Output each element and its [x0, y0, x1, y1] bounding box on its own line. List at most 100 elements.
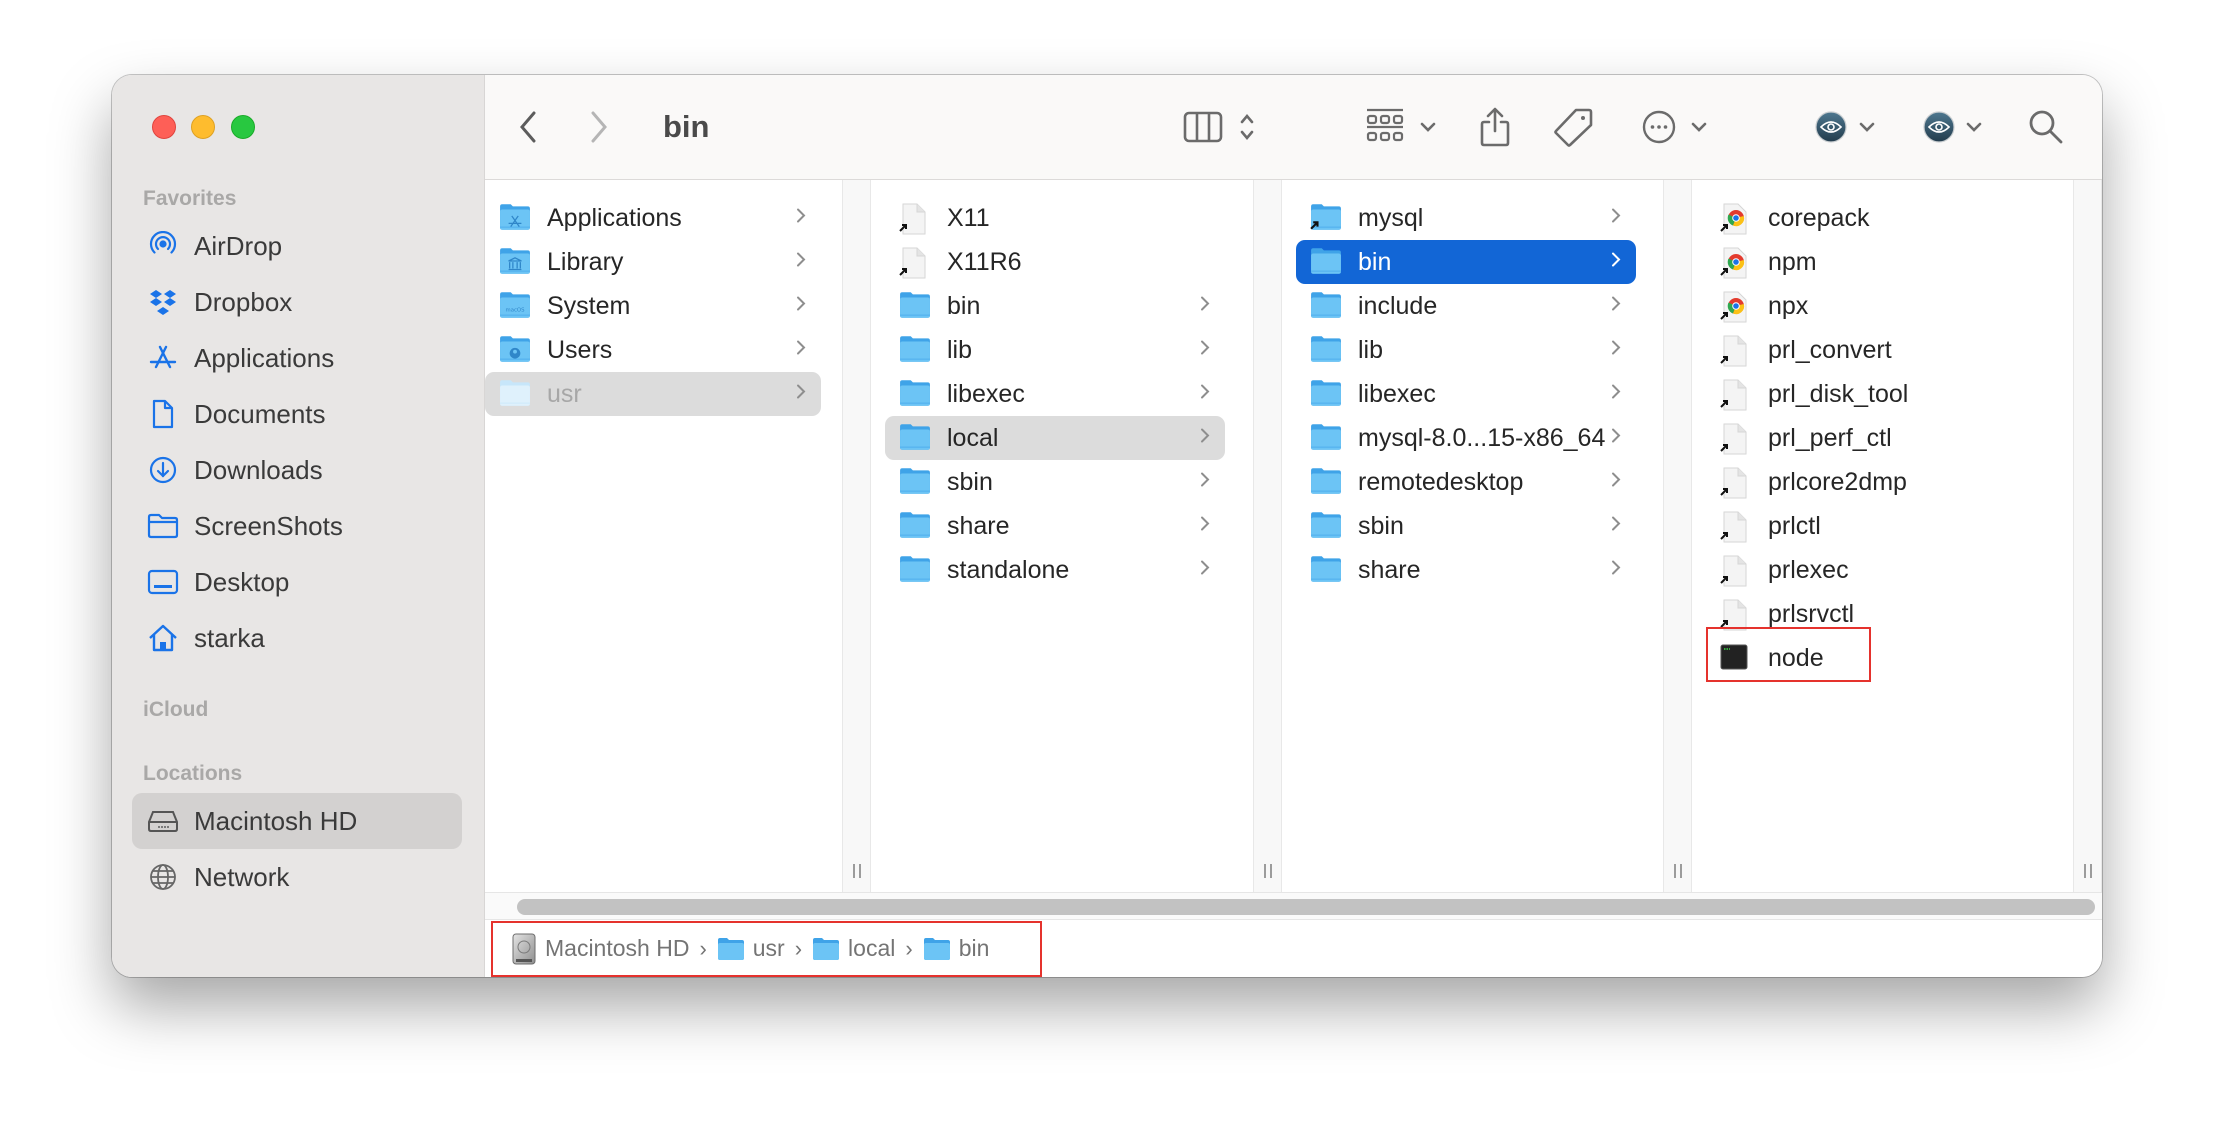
sidebar-item-label: Dropbox — [194, 286, 293, 317]
sidebar-item-downloads[interactable]: Downloads — [132, 442, 462, 498]
file-name: npm — [1768, 247, 1817, 276]
folder-icon — [899, 335, 931, 365]
sidebar-item-network[interactable]: Network — [132, 849, 462, 905]
download-icon — [146, 453, 180, 487]
chevron-down-icon — [1859, 122, 1875, 132]
scrollbar-thumb[interactable] — [517, 899, 2095, 915]
chevron-right-icon — [1610, 251, 1622, 274]
sidebar-item-documents[interactable]: Documents — [132, 386, 462, 442]
sidebar-item-label: Documents — [194, 398, 326, 429]
folder-icon — [899, 423, 931, 453]
file-row-prl-perf-ctl[interactable]: prl_perf_ctl — [1706, 416, 2046, 460]
share-button[interactable] — [1479, 107, 1511, 147]
more-actions-chevron[interactable] — [1690, 121, 1708, 133]
sidebar-item-label: starka — [194, 622, 265, 653]
file-row-prlexec[interactable]: prlexec — [1706, 548, 2046, 592]
extension-chevron-1[interactable] — [1858, 121, 1876, 133]
extension-button-2[interactable] — [1923, 111, 1955, 143]
file-row-mysql-8-0-15-x86-64[interactable]: mysql-8.0...15-x86_64 — [1296, 416, 1636, 460]
zoom-button[interactable] — [231, 115, 255, 139]
file-row-library[interactable]: Library — [485, 240, 821, 284]
file-row-standalone[interactable]: standalone — [885, 548, 1225, 592]
sidebar-item-macintosh-hd[interactable]: Macintosh HD — [132, 793, 462, 849]
file-name: remotedesktop — [1358, 467, 1524, 496]
chevron-right-icon — [795, 251, 807, 274]
column-browser: Applications Library macOS System Users usr X… — [485, 180, 2102, 892]
sidebar-item-home[interactable]: starka — [132, 610, 462, 666]
search-button[interactable] — [2028, 109, 2064, 145]
file-row-libexec[interactable]: libexec — [885, 372, 1225, 416]
forward-button[interactable] — [588, 110, 610, 144]
view-columns-button[interactable] — [1183, 111, 1223, 143]
file-row-prlctl[interactable]: prlctl — [1706, 504, 2046, 548]
minimize-button[interactable] — [191, 115, 215, 139]
toolbar: bin — [485, 75, 2102, 180]
file-name: prl_perf_ctl — [1768, 423, 1892, 452]
file-row-corepack[interactable]: corepack — [1706, 196, 2046, 240]
file-name: prlcore2dmp — [1768, 467, 1907, 496]
sidebar-item-applications[interactable]: Applications — [132, 330, 462, 386]
file-row-npx[interactable]: npx — [1706, 284, 2046, 328]
file-row-libexec[interactable]: libexec — [1296, 372, 1636, 416]
file-row-prl-convert[interactable]: prl_convert — [1706, 328, 2046, 372]
airdrop-icon — [146, 229, 180, 263]
file-row-share[interactable]: share — [885, 504, 1225, 548]
file-name: corepack — [1768, 203, 1870, 232]
column-resize-handle[interactable] — [842, 180, 871, 892]
dropbox-icon — [146, 285, 180, 319]
chrome-document-icon — [1720, 203, 1752, 235]
file-row-bin[interactable]: bin — [885, 284, 1225, 328]
file-row-mysql[interactable]: mysql — [1296, 196, 1636, 240]
file-name: share — [1358, 555, 1421, 584]
file-name: local — [947, 423, 999, 452]
sidebar-item-desktop[interactable]: Desktop — [132, 554, 462, 610]
folder-icon: macOS — [499, 291, 531, 321]
alias-document-icon — [1720, 379, 1752, 411]
chevron-right-icon — [795, 339, 807, 362]
sidebar-item-airdrop[interactable]: AirDrop — [132, 218, 462, 274]
sidebar-item-screenshots[interactable]: ScreenShots — [132, 498, 462, 554]
chevron-right-icon — [1199, 383, 1211, 406]
file-row-sbin[interactable]: sbin — [1296, 504, 1636, 548]
file-row-include[interactable]: include — [1296, 284, 1636, 328]
file-row-usr[interactable]: usr — [485, 372, 821, 416]
file-row-applications[interactable]: Applications — [485, 196, 821, 240]
file-row-npm[interactable]: npm — [1706, 240, 2046, 284]
column-resize-handle[interactable] — [2073, 180, 2102, 892]
chevron-right-icon — [1199, 515, 1211, 538]
file-name: X11R6 — [947, 247, 1022, 276]
folder-icon — [1310, 291, 1342, 321]
sidebar-item-dropbox[interactable]: Dropbox — [132, 274, 462, 330]
back-button[interactable] — [517, 110, 539, 144]
file-row-local[interactable]: local — [885, 416, 1225, 460]
file-row-prl-disk-tool[interactable]: prl_disk_tool — [1706, 372, 2046, 416]
view-options-chevron[interactable] — [1239, 112, 1255, 142]
file-row-users[interactable]: Users — [485, 328, 821, 372]
chevron-right-icon — [1610, 339, 1622, 362]
extension-button-1[interactable] — [1815, 111, 1847, 143]
alias-document-icon — [1720, 467, 1752, 499]
file-row-x11[interactable]: X11 — [885, 196, 1225, 240]
file-row-lib[interactable]: lib — [1296, 328, 1636, 372]
file-row-system[interactable]: macOS System — [485, 284, 821, 328]
file-name: npx — [1768, 291, 1809, 320]
group-button[interactable] — [1365, 107, 1405, 147]
close-button[interactable] — [152, 115, 176, 139]
column-resize-handle[interactable] — [1253, 180, 1282, 892]
file-row-sbin[interactable]: sbin — [885, 460, 1225, 504]
folder-alias-icon — [1310, 203, 1342, 233]
file-row-lib[interactable]: lib — [885, 328, 1225, 372]
chevron-right-icon — [1610, 295, 1622, 318]
sidebar-item-label: Macintosh HD — [194, 805, 358, 836]
extension-chevron-2[interactable] — [1965, 121, 1983, 133]
file-row-prlcore2dmp[interactable]: prlcore2dmp — [1706, 460, 2046, 504]
horizontal-scrollbar[interactable] — [485, 892, 2102, 920]
more-actions-button[interactable] — [1641, 109, 1677, 145]
file-row-x11r6[interactable]: X11R6 — [885, 240, 1225, 284]
tags-button[interactable] — [1554, 107, 1594, 147]
file-row-remotedesktop[interactable]: remotedesktop — [1296, 460, 1636, 504]
column-resize-handle[interactable] — [1663, 180, 1692, 892]
file-row-share[interactable]: share — [1296, 548, 1636, 592]
group-chevron[interactable] — [1419, 121, 1437, 133]
file-row-bin[interactable]: bin — [1296, 240, 1636, 284]
